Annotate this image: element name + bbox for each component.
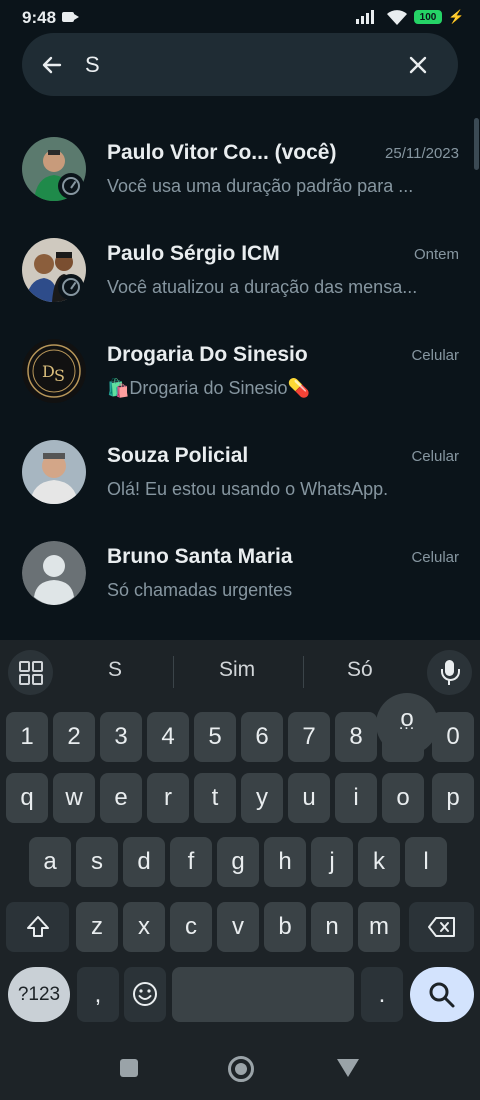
key-z[interactable]: z bbox=[76, 902, 118, 952]
contact-message: Só chamadas urgentes bbox=[107, 580, 293, 600]
key-a[interactable]: a bbox=[29, 837, 71, 887]
key-s[interactable]: s bbox=[76, 837, 118, 887]
key-u[interactable]: u bbox=[288, 773, 330, 823]
mic-icon[interactable] bbox=[427, 650, 472, 695]
key-4[interactable]: 4 bbox=[147, 712, 189, 762]
key-x[interactable]: x bbox=[123, 902, 165, 952]
key-m[interactable]: m bbox=[358, 902, 400, 952]
key-k[interactable]: k bbox=[358, 837, 400, 887]
avatar-logo: D S bbox=[22, 339, 86, 403]
navigation-bar bbox=[0, 1040, 480, 1100]
key-3[interactable]: 3 bbox=[100, 712, 142, 762]
key-t[interactable]: t bbox=[194, 773, 236, 823]
key-w[interactable]: w bbox=[53, 773, 95, 823]
popup-more: ... bbox=[398, 716, 416, 733]
contact-date: Celular bbox=[411, 448, 459, 465]
key-y[interactable]: y bbox=[241, 773, 283, 823]
arrow-left-icon[interactable] bbox=[40, 53, 64, 77]
divider bbox=[303, 656, 304, 688]
key-1[interactable]: 1 bbox=[6, 712, 48, 762]
symbols-key[interactable]: ?123 bbox=[8, 967, 70, 1022]
default-avatar-icon bbox=[22, 541, 86, 605]
key-q[interactable]: q bbox=[6, 773, 48, 823]
keyboard: S Sim Só 1 2 3 4 5 6 7 8 9 0 o ... q w e… bbox=[0, 640, 480, 1100]
search-icon[interactable] bbox=[410, 967, 474, 1022]
contact-message: Você usa uma duração padrão para ... bbox=[107, 176, 414, 196]
key-period[interactable]: . bbox=[361, 967, 403, 1022]
key-g[interactable]: g bbox=[217, 837, 259, 887]
key-i[interactable]: i bbox=[335, 773, 377, 823]
contact-date: Ontem bbox=[413, 246, 459, 263]
key-2[interactable]: 2 bbox=[53, 712, 95, 762]
key-c[interactable]: c bbox=[170, 902, 212, 952]
key-v[interactable]: v bbox=[217, 902, 259, 952]
key-e[interactable]: e bbox=[100, 773, 142, 823]
contact-row[interactable]: Souza Policial Celular Olá! Eu estou usa… bbox=[0, 421, 480, 522]
contact-name: Paulo Sérgio ICM bbox=[107, 242, 280, 265]
key-n[interactable]: n bbox=[311, 902, 353, 952]
contact-message: 🛍️Drogaria do Sinesio💊 bbox=[107, 378, 310, 398]
svg-text:D: D bbox=[42, 362, 55, 381]
grid-icon[interactable] bbox=[8, 650, 53, 695]
wifi-icon bbox=[387, 10, 407, 25]
key-o[interactable]: o bbox=[382, 773, 424, 823]
emoji-icon[interactable] bbox=[124, 967, 166, 1022]
close-icon[interactable] bbox=[406, 53, 430, 77]
battery-icon: 100 bbox=[414, 10, 442, 24]
key-d[interactable]: d bbox=[123, 837, 165, 887]
contact-message: Olá! Eu estou usando o WhatsApp. bbox=[107, 479, 389, 499]
contact-name: Souza Policial bbox=[107, 444, 249, 467]
svg-text:S: S bbox=[54, 366, 65, 385]
suggestion[interactable]: Só bbox=[347, 658, 373, 682]
key-f[interactable]: f bbox=[170, 837, 212, 887]
key-b[interactable]: b bbox=[264, 902, 306, 952]
contact-name: Bruno Santa Maria bbox=[107, 545, 293, 568]
key-7[interactable]: 7 bbox=[288, 712, 330, 762]
contact-row[interactable]: Paulo Vitor Co... (você) 25/11/2023 Você… bbox=[0, 118, 480, 219]
key-comma[interactable]: , bbox=[77, 967, 119, 1022]
key-0[interactable]: 0 bbox=[432, 712, 474, 762]
home-button[interactable] bbox=[228, 1056, 254, 1082]
signal-icon bbox=[356, 10, 378, 24]
contact-name: Drogaria Do Sinesio bbox=[107, 343, 308, 366]
backspace-icon[interactable] bbox=[409, 902, 474, 952]
contact-row[interactable]: Paulo Sérgio ICM Ontem Você atualizou a … bbox=[0, 219, 480, 320]
disappearing-timer-icon bbox=[58, 274, 84, 300]
disappearing-timer-icon bbox=[58, 173, 84, 199]
back-button[interactable] bbox=[337, 1059, 359, 1077]
contact-date: Celular bbox=[411, 347, 459, 364]
divider bbox=[173, 656, 174, 688]
key-p[interactable]: p bbox=[432, 773, 474, 823]
key-popup[interactable]: o ... bbox=[376, 693, 438, 755]
contact-name: Paulo Vitor Co... (você) bbox=[107, 141, 337, 164]
video-camera-icon bbox=[62, 12, 79, 22]
search-input[interactable]: S bbox=[85, 52, 100, 78]
shift-icon[interactable] bbox=[6, 902, 69, 952]
contact-date: 25/11/2023 bbox=[385, 145, 459, 162]
key-h[interactable]: h bbox=[264, 837, 306, 887]
key-8[interactable]: 8 bbox=[335, 712, 377, 762]
search-bar: S bbox=[22, 33, 458, 96]
space-key[interactable] bbox=[172, 967, 354, 1022]
key-r[interactable]: r bbox=[147, 773, 189, 823]
status-bar: 9:48 100 ⚡ bbox=[0, 0, 480, 36]
recents-button[interactable] bbox=[120, 1059, 138, 1077]
contact-message: Você atualizou a duração das mensa... bbox=[107, 277, 418, 297]
charging-icon: ⚡ bbox=[448, 9, 465, 24]
suggestion[interactable]: S bbox=[108, 658, 122, 682]
key-6[interactable]: 6 bbox=[241, 712, 283, 762]
key-l[interactable]: l bbox=[405, 837, 447, 887]
contact-date: Celular bbox=[411, 549, 459, 566]
contact-row[interactable]: Bruno Santa Maria Celular Só chamadas ur… bbox=[0, 522, 480, 623]
contact-row[interactable]: D S Drogaria Do Sinesio Celular 🛍️Drogar… bbox=[0, 320, 480, 421]
key-j[interactable]: j bbox=[311, 837, 353, 887]
key-5[interactable]: 5 bbox=[194, 712, 236, 762]
status-time: 9:48 bbox=[22, 8, 57, 27]
suggestion[interactable]: Sim bbox=[219, 658, 255, 682]
avatar bbox=[22, 440, 86, 504]
